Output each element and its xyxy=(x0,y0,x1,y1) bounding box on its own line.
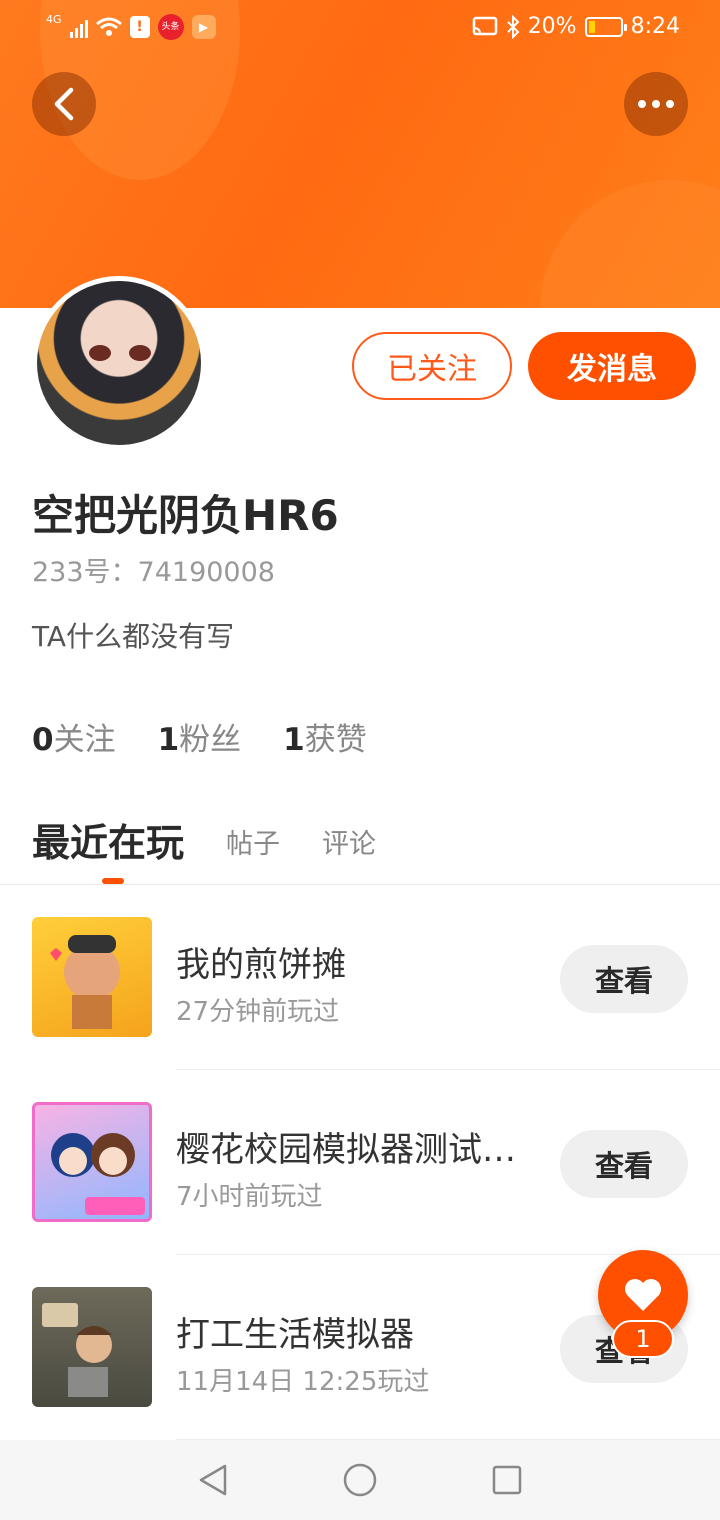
username: 空把光阴负HR6 xyxy=(32,491,339,540)
clock: 8:24 xyxy=(630,14,680,39)
news-app-icon: 头条 xyxy=(157,14,184,40)
more-dots-icon xyxy=(638,100,674,108)
status-left: 4G ! 头条 ▶ xyxy=(46,12,216,40)
tab-comments[interactable]: 评论 xyxy=(322,822,376,867)
stat-followers[interactable]: 1粉丝 xyxy=(158,714,242,759)
last-played: 27分钟前玩过 xyxy=(176,997,340,1027)
list-item[interactable]: 樱花校园模拟器测试… 7小时前玩过 查看 xyxy=(0,1070,720,1255)
stat-following[interactable]: 0关注 xyxy=(32,714,116,759)
last-played: 7小时前玩过 xyxy=(176,1182,323,1212)
profile-stats: 0关注 1粉丝 1获赞 xyxy=(32,714,367,759)
battery-icon xyxy=(584,16,627,37)
view-button[interactable]: 查看 xyxy=(560,945,688,1013)
following-button[interactable]: 已关注 xyxy=(352,332,512,400)
tab-posts[interactable]: 帖子 xyxy=(226,822,280,867)
battery-percent: 20% xyxy=(527,14,577,39)
bluetooth-icon xyxy=(506,14,520,39)
video-app-icon: ▶ xyxy=(191,15,216,39)
tab-recently-played[interactable]: 最近在玩 xyxy=(32,812,185,884)
user-id: 233号：74190008 xyxy=(32,557,275,588)
avatar[interactable] xyxy=(32,276,206,450)
alert-icon: ! xyxy=(129,16,150,38)
more-options-button[interactable] xyxy=(624,72,688,136)
last-played: 11月14日 12:25玩过 xyxy=(176,1367,430,1397)
nav-home-icon[interactable] xyxy=(343,1463,377,1497)
game-icon xyxy=(32,1287,152,1407)
system-navigation-bar xyxy=(0,1440,720,1520)
stat-label: 关注 xyxy=(53,722,116,758)
stat-count: 1 xyxy=(157,722,180,758)
view-button[interactable]: 查看 xyxy=(560,1130,688,1198)
stat-count: 0 xyxy=(32,722,54,758)
cast-icon xyxy=(472,16,497,35)
game-title: 我的煎饼摊 xyxy=(176,945,346,985)
game-title: 樱花校园模拟器测试… xyxy=(176,1130,516,1170)
game-title: 打工生活模拟器 xyxy=(176,1315,414,1355)
nav-recents-icon[interactable] xyxy=(491,1464,523,1496)
stat-label: 获赞 xyxy=(304,722,367,758)
tab-label: 最近在玩 xyxy=(32,821,185,865)
status-right: 20% 8:24 xyxy=(472,14,680,39)
list-item[interactable]: 我的煎饼摊 27分钟前玩过 查看 xyxy=(0,885,720,1070)
stat-count: 1 xyxy=(283,722,305,758)
profile-tabs: 最近在玩 帖子 评论 xyxy=(32,812,376,884)
nav-back-icon[interactable] xyxy=(197,1463,229,1497)
user-bio: TA什么都没有写 xyxy=(32,620,235,653)
back-arrow-icon xyxy=(54,87,74,121)
like-count-badge: 1 xyxy=(612,1320,674,1358)
status-bar: 4G ! 头条 ▶ 20% 8:24 xyxy=(0,0,720,58)
heart-icon xyxy=(625,1279,661,1311)
header-decoration xyxy=(540,180,720,308)
network-type: 4G xyxy=(46,12,62,26)
stat-label: 粉丝 xyxy=(179,722,242,758)
game-icon xyxy=(32,917,152,1037)
stat-likes[interactable]: 1获赞 xyxy=(283,714,367,759)
game-icon xyxy=(32,1102,152,1222)
avatar-image xyxy=(37,281,201,445)
avatar-eye xyxy=(89,345,111,361)
back-button[interactable] xyxy=(32,72,96,136)
signal-icon xyxy=(69,16,88,38)
wifi-icon xyxy=(95,17,122,36)
avatar-eye xyxy=(129,345,151,361)
send-message-button[interactable]: 发消息 xyxy=(528,332,696,400)
